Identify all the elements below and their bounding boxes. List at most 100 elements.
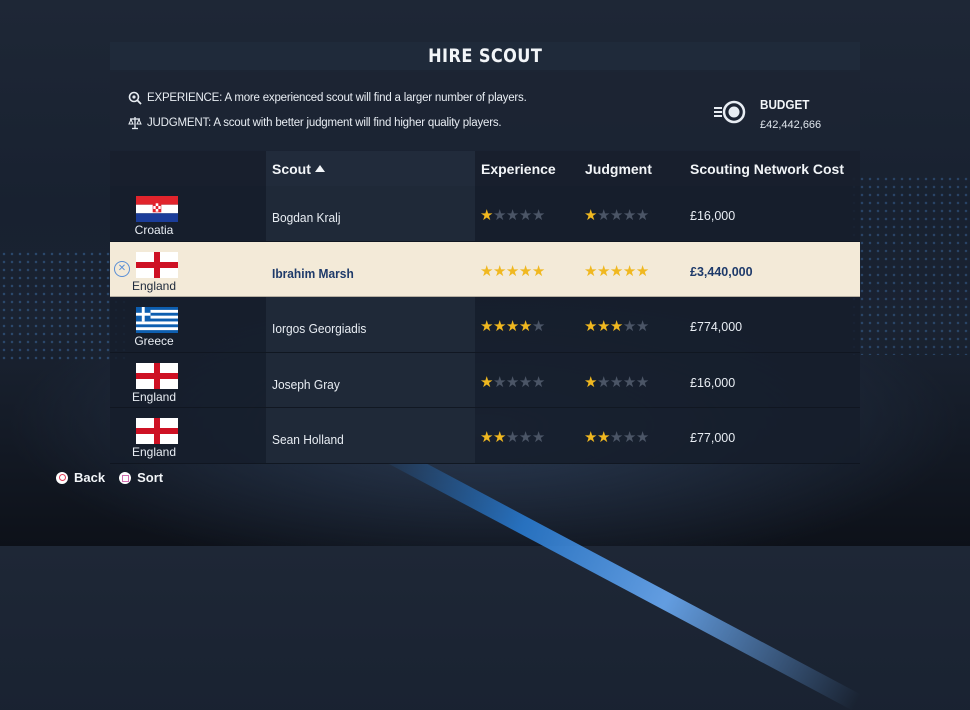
star-filled-icon: ★ <box>635 262 649 280</box>
star-filled-icon: ★ <box>480 373 493 391</box>
star-filled-icon: ★ <box>492 429 506 447</box>
star-empty-icon: ★ <box>531 373 545 391</box>
experience-rating: ★★★★★ <box>480 262 545 280</box>
background-light-streak <box>375 441 862 710</box>
column-header-scout[interactable]: Scout <box>272 161 325 177</box>
budget-label: BUDGET <box>760 97 810 112</box>
star-filled-icon: ★ <box>622 262 636 280</box>
table-row[interactable]: Croatia Bogdan Kralj ★★★★★ ★★★★★ £16,000 <box>110 186 860 242</box>
star-empty-icon: ★ <box>622 207 636 224</box>
england-flag-icon <box>136 418 178 445</box>
scout-name: Joseph Gray <box>272 376 340 392</box>
table-row[interactable]: England Sean Holland ★★★★★ ★★★★★ £77,000 <box>110 408 860 464</box>
square-button-icon <box>119 471 132 484</box>
judgment-info-text: JUDGMENT: A scout with better judgment w… <box>147 117 502 129</box>
star-empty-icon: ★ <box>622 429 636 447</box>
budget-value: £42,442,666 <box>760 119 822 131</box>
star-empty-icon: ★ <box>505 207 519 224</box>
scout-name: Ibrahim Marsh <box>272 265 354 281</box>
column-header-scout-label: Scout <box>272 161 311 177</box>
star-empty-icon: ★ <box>635 429 649 447</box>
column-header-judgment[interactable]: Judgment <box>585 161 652 177</box>
star-filled-icon: ★ <box>480 318 493 336</box>
star-filled-icon: ★ <box>531 262 545 280</box>
network-cost: £774,000 <box>690 320 743 335</box>
network-cost: £3,440,000 <box>690 264 753 279</box>
magnifier-icon <box>128 91 142 105</box>
star-filled-icon: ★ <box>505 318 519 336</box>
star-filled-icon: ★ <box>518 318 532 336</box>
star-empty-icon: ★ <box>596 207 610 224</box>
experience-info: EXPERIENCE: A more experienced scout wil… <box>128 91 527 105</box>
country-label: England <box>131 278 177 293</box>
england-flag-icon <box>136 251 178 278</box>
star-filled-icon: ★ <box>596 429 610 447</box>
star-filled-icon: ★ <box>480 262 493 280</box>
star-empty-icon: ★ <box>622 318 636 336</box>
judgment-rating: ★★★★★ <box>584 373 649 391</box>
star-filled-icon: ★ <box>518 262 532 280</box>
hire-scout-panel: HIRE SCOUT EXPERIENCE: A more experience… <box>110 42 860 464</box>
country-label: England <box>131 445 177 460</box>
table-body: Croatia Bogdan Kralj ★★★★★ ★★★★★ £16,000 ✕ Eng… <box>110 186 860 464</box>
star-empty-icon: ★ <box>531 318 545 336</box>
table-row[interactable]: England Joseph Gray ★★★★★ ★★★★★ £16,000 <box>110 352 860 409</box>
star-filled-icon: ★ <box>584 262 597 280</box>
sort-ascending-icon <box>314 165 325 172</box>
star-empty-icon: ★ <box>622 373 636 391</box>
star-filled-icon: ★ <box>584 207 597 224</box>
star-empty-icon: ★ <box>492 373 506 391</box>
star-filled-icon: ★ <box>480 207 493 224</box>
experience-rating: ★★★★★ <box>480 373 545 391</box>
judgment-rating: ★★★★★ <box>584 262 649 280</box>
background-dots <box>850 175 970 355</box>
star-empty-icon: ★ <box>635 318 649 336</box>
star-empty-icon: ★ <box>635 373 649 391</box>
star-empty-icon: ★ <box>609 429 623 447</box>
star-empty-icon: ★ <box>635 207 649 224</box>
judgment-rating: ★★★★★ <box>584 317 649 335</box>
column-header-experience[interactable]: Experience <box>481 161 556 177</box>
star-empty-icon: ★ <box>609 373 623 391</box>
star-filled-icon: ★ <box>505 262 519 280</box>
network-cost: £16,000 <box>690 375 736 390</box>
experience-rating: ★★★★★ <box>480 206 545 224</box>
deselect-icon[interactable]: ✕ <box>114 260 130 277</box>
experience-info-text: EXPERIENCE: A more experienced scout wil… <box>147 92 527 104</box>
network-cost: £16,000 <box>690 209 736 223</box>
table-header: Scout Experience Judgment Scouting Netwo… <box>110 151 860 186</box>
network-cost: £77,000 <box>690 431 736 446</box>
scout-name: Bogdan Kralj <box>272 210 341 225</box>
star-filled-icon: ★ <box>609 262 623 280</box>
back-label: Back <box>74 470 106 485</box>
judgment-rating: ★★★★★ <box>584 428 649 446</box>
sort-label: Sort <box>137 470 164 485</box>
greece-flag-icon <box>136 307 178 334</box>
star-filled-icon: ★ <box>480 429 493 447</box>
country-label: England <box>131 389 177 404</box>
back-button[interactable]: Back <box>56 470 105 485</box>
star-empty-icon: ★ <box>531 207 545 224</box>
experience-rating: ★★★★★ <box>480 317 545 335</box>
star-filled-icon: ★ <box>492 262 506 280</box>
star-empty-icon: ★ <box>596 373 610 391</box>
star-empty-icon: ★ <box>492 207 506 224</box>
country-label: Greece <box>134 334 174 349</box>
sort-button[interactable]: Sort <box>119 470 163 485</box>
title-bar: HIRE SCOUT <box>110 42 860 70</box>
scout-name: Sean Holland <box>272 432 344 448</box>
circle-button-icon <box>56 471 68 484</box>
column-header-cost[interactable]: Scouting Network Cost <box>690 161 844 177</box>
table-row[interactable]: Greece Iorgos Georgiadis ★★★★★ ★★★★★ £774,00… <box>110 297 860 353</box>
star-filled-icon: ★ <box>492 318 506 336</box>
coins-icon <box>714 100 746 124</box>
judgment-rating: ★★★★★ <box>584 206 649 224</box>
star-empty-icon: ★ <box>531 429 545 447</box>
star-filled-icon: ★ <box>596 262 610 280</box>
page-title: HIRE SCOUT <box>427 45 543 67</box>
star-empty-icon: ★ <box>609 207 623 224</box>
star-filled-icon: ★ <box>584 429 597 447</box>
star-filled-icon: ★ <box>596 318 610 336</box>
table-row[interactable]: ✕ England Ibrahim Marsh ★★★★★ ★★★★★ £3,440,00… <box>110 241 860 298</box>
star-empty-icon: ★ <box>518 207 532 224</box>
